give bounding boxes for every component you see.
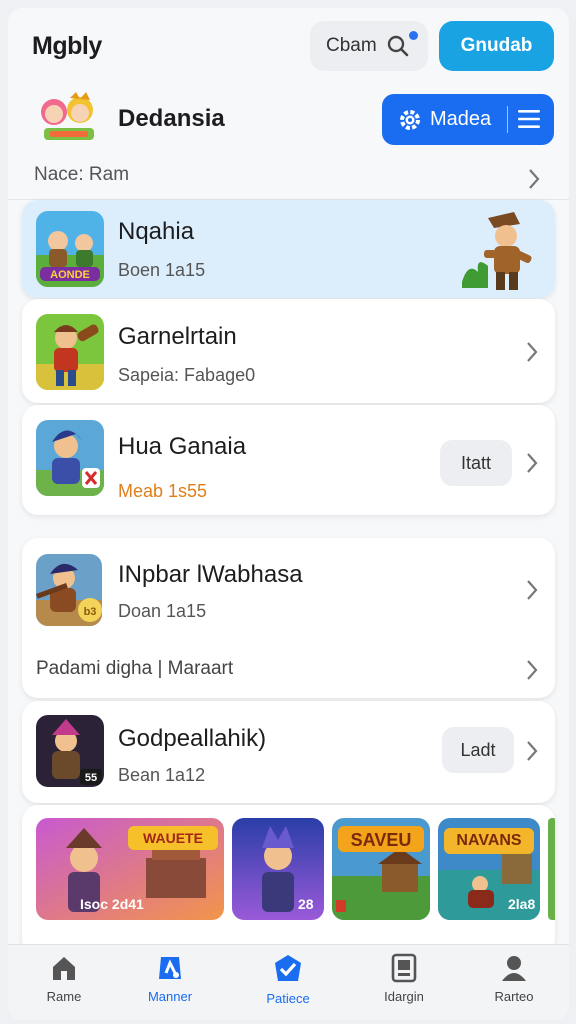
menu-button-label: Madea xyxy=(430,108,492,130)
menu-divider xyxy=(507,106,508,133)
game-thumbnail: b3 xyxy=(36,554,102,626)
nav-label: Rarteo xyxy=(494,989,534,1004)
search-icon xyxy=(387,35,408,57)
chevron-right-icon xyxy=(527,580,538,600)
search-button[interactable]: Cbam xyxy=(310,21,428,71)
featured-tile-banner: WAUETE xyxy=(143,830,203,846)
item-title: Hua Ganaia xyxy=(118,433,247,460)
featured-tile-banner: NAVANS xyxy=(456,832,522,849)
item-subtitle: Boen 1a15 xyxy=(118,260,206,280)
chevron-right-icon xyxy=(527,660,538,680)
featured-carousel: WAUETE Isoc 2d41 28 SAVEU NAVANS 2la8 xyxy=(22,805,555,955)
game-thumbnail: AONDE xyxy=(36,211,104,287)
game-thumbnail xyxy=(36,420,104,496)
nav-item-library[interactable]: Idargin xyxy=(356,953,452,1017)
name-filter-label: Nace: Ram xyxy=(34,164,130,185)
item-subtitle: Sapeia: Fabage0 xyxy=(118,365,256,385)
featured-tile-label: Isoc 2d41 xyxy=(80,896,144,912)
list-item[interactable]: 55 Godpeallahik) Bean 1a12 Ladt xyxy=(22,701,555,803)
character-illustration xyxy=(462,212,532,290)
list-item[interactable]: Hua Ganaia Meab 1s55 Itatt xyxy=(22,405,555,515)
item-title: Garnelrtain xyxy=(118,323,237,350)
brand-name: Dedansia xyxy=(118,105,225,132)
item-title: Nqahia xyxy=(118,218,195,245)
group-footer-row[interactable]: Padami digha | Maraart xyxy=(22,642,555,698)
featured-tile[interactable]: NAVANS 2la8 xyxy=(438,818,540,920)
grouped-card: b3 INpbar lWabhasa Doan 1a15 Padami digh… xyxy=(22,538,555,698)
item-subtitle: Bean 1a12 xyxy=(118,765,206,785)
notification-dot xyxy=(409,31,418,40)
primary-action-button[interactable]: Gnudab xyxy=(439,21,554,71)
game-thumbnail: 55 xyxy=(36,715,104,787)
nav-label: Patiece xyxy=(266,991,310,1006)
chevron-right-icon xyxy=(527,741,538,761)
app-screen: Mgbly Cbam Gnudab Dedansia Madea Nace: R… xyxy=(8,8,569,1020)
chevron-right-icon xyxy=(529,169,540,189)
list-item[interactable]: AONDE Nqahia Boen 1a15 xyxy=(22,200,555,298)
top-bar: Mgbly Cbam Gnudab xyxy=(8,8,569,84)
nav-item-games[interactable]: Manner xyxy=(122,953,218,1017)
list-item[interactable]: Garnelrtain Sapeia: Fabage0 xyxy=(22,299,555,403)
next-tile-peek xyxy=(548,818,555,920)
item-subtitle: Meab 1s55 xyxy=(118,481,208,501)
game-thumbnail xyxy=(36,314,104,390)
svg-text:55: 55 xyxy=(85,772,97,784)
profile-icon xyxy=(502,956,526,981)
list-item[interactable]: b3 INpbar lWabhasa Doan 1a15 xyxy=(22,538,555,634)
gear-icon xyxy=(400,109,420,130)
menu-button[interactable]: Madea xyxy=(382,94,554,145)
nav-item-protect[interactable]: Patiece xyxy=(240,953,336,1017)
nav-label: Rame xyxy=(46,989,82,1004)
hamburger-icon[interactable] xyxy=(518,110,540,128)
item-action-button[interactable]: Itatt xyxy=(440,440,512,486)
item-action-button[interactable]: Ladt xyxy=(442,727,514,773)
home-icon xyxy=(53,957,75,980)
featured-tile[interactable]: 28 xyxy=(232,818,324,920)
item-subtitle: Doan 1a15 xyxy=(118,601,207,621)
gamepad-icon xyxy=(159,957,181,979)
group-footer-label: Padami digha | Maraart xyxy=(36,658,234,679)
bottom-navigation: Rame Manner Patiece Idargin Rarteo xyxy=(8,944,569,1020)
svg-text:b3: b3 xyxy=(84,606,97,618)
name-filter-row[interactable]: Nace: Ram xyxy=(8,154,569,200)
featured-tile-label: 28 xyxy=(298,896,314,912)
nav-item-home[interactable]: Rame xyxy=(16,953,112,1017)
item-title: Godpeallahik) xyxy=(118,725,267,752)
brand-logo xyxy=(41,92,94,140)
item-title: INpbar lWabhasa xyxy=(118,561,303,588)
search-button-label: Cbam xyxy=(326,35,377,56)
tablet-icon xyxy=(391,953,417,983)
brand-row: Dedansia Madea xyxy=(8,86,569,152)
chevron-right-icon xyxy=(527,453,538,473)
nav-label: Manner xyxy=(147,989,193,1004)
featured-tile[interactable]: WAUETE Isoc 2d41 xyxy=(36,818,224,920)
shield-check-icon xyxy=(275,955,301,981)
nav-item-profile[interactable]: Rarteo xyxy=(466,953,562,1017)
chevron-right-icon xyxy=(527,342,538,362)
app-title: Mgbly xyxy=(32,32,102,60)
featured-tile-label: 2la8 xyxy=(508,896,536,912)
featured-tile[interactable]: SAVEU xyxy=(332,818,430,920)
nav-label: Idargin xyxy=(384,989,424,1004)
featured-tile-banner: SAVEU xyxy=(350,830,412,850)
svg-text:AONDE: AONDE xyxy=(50,269,90,281)
